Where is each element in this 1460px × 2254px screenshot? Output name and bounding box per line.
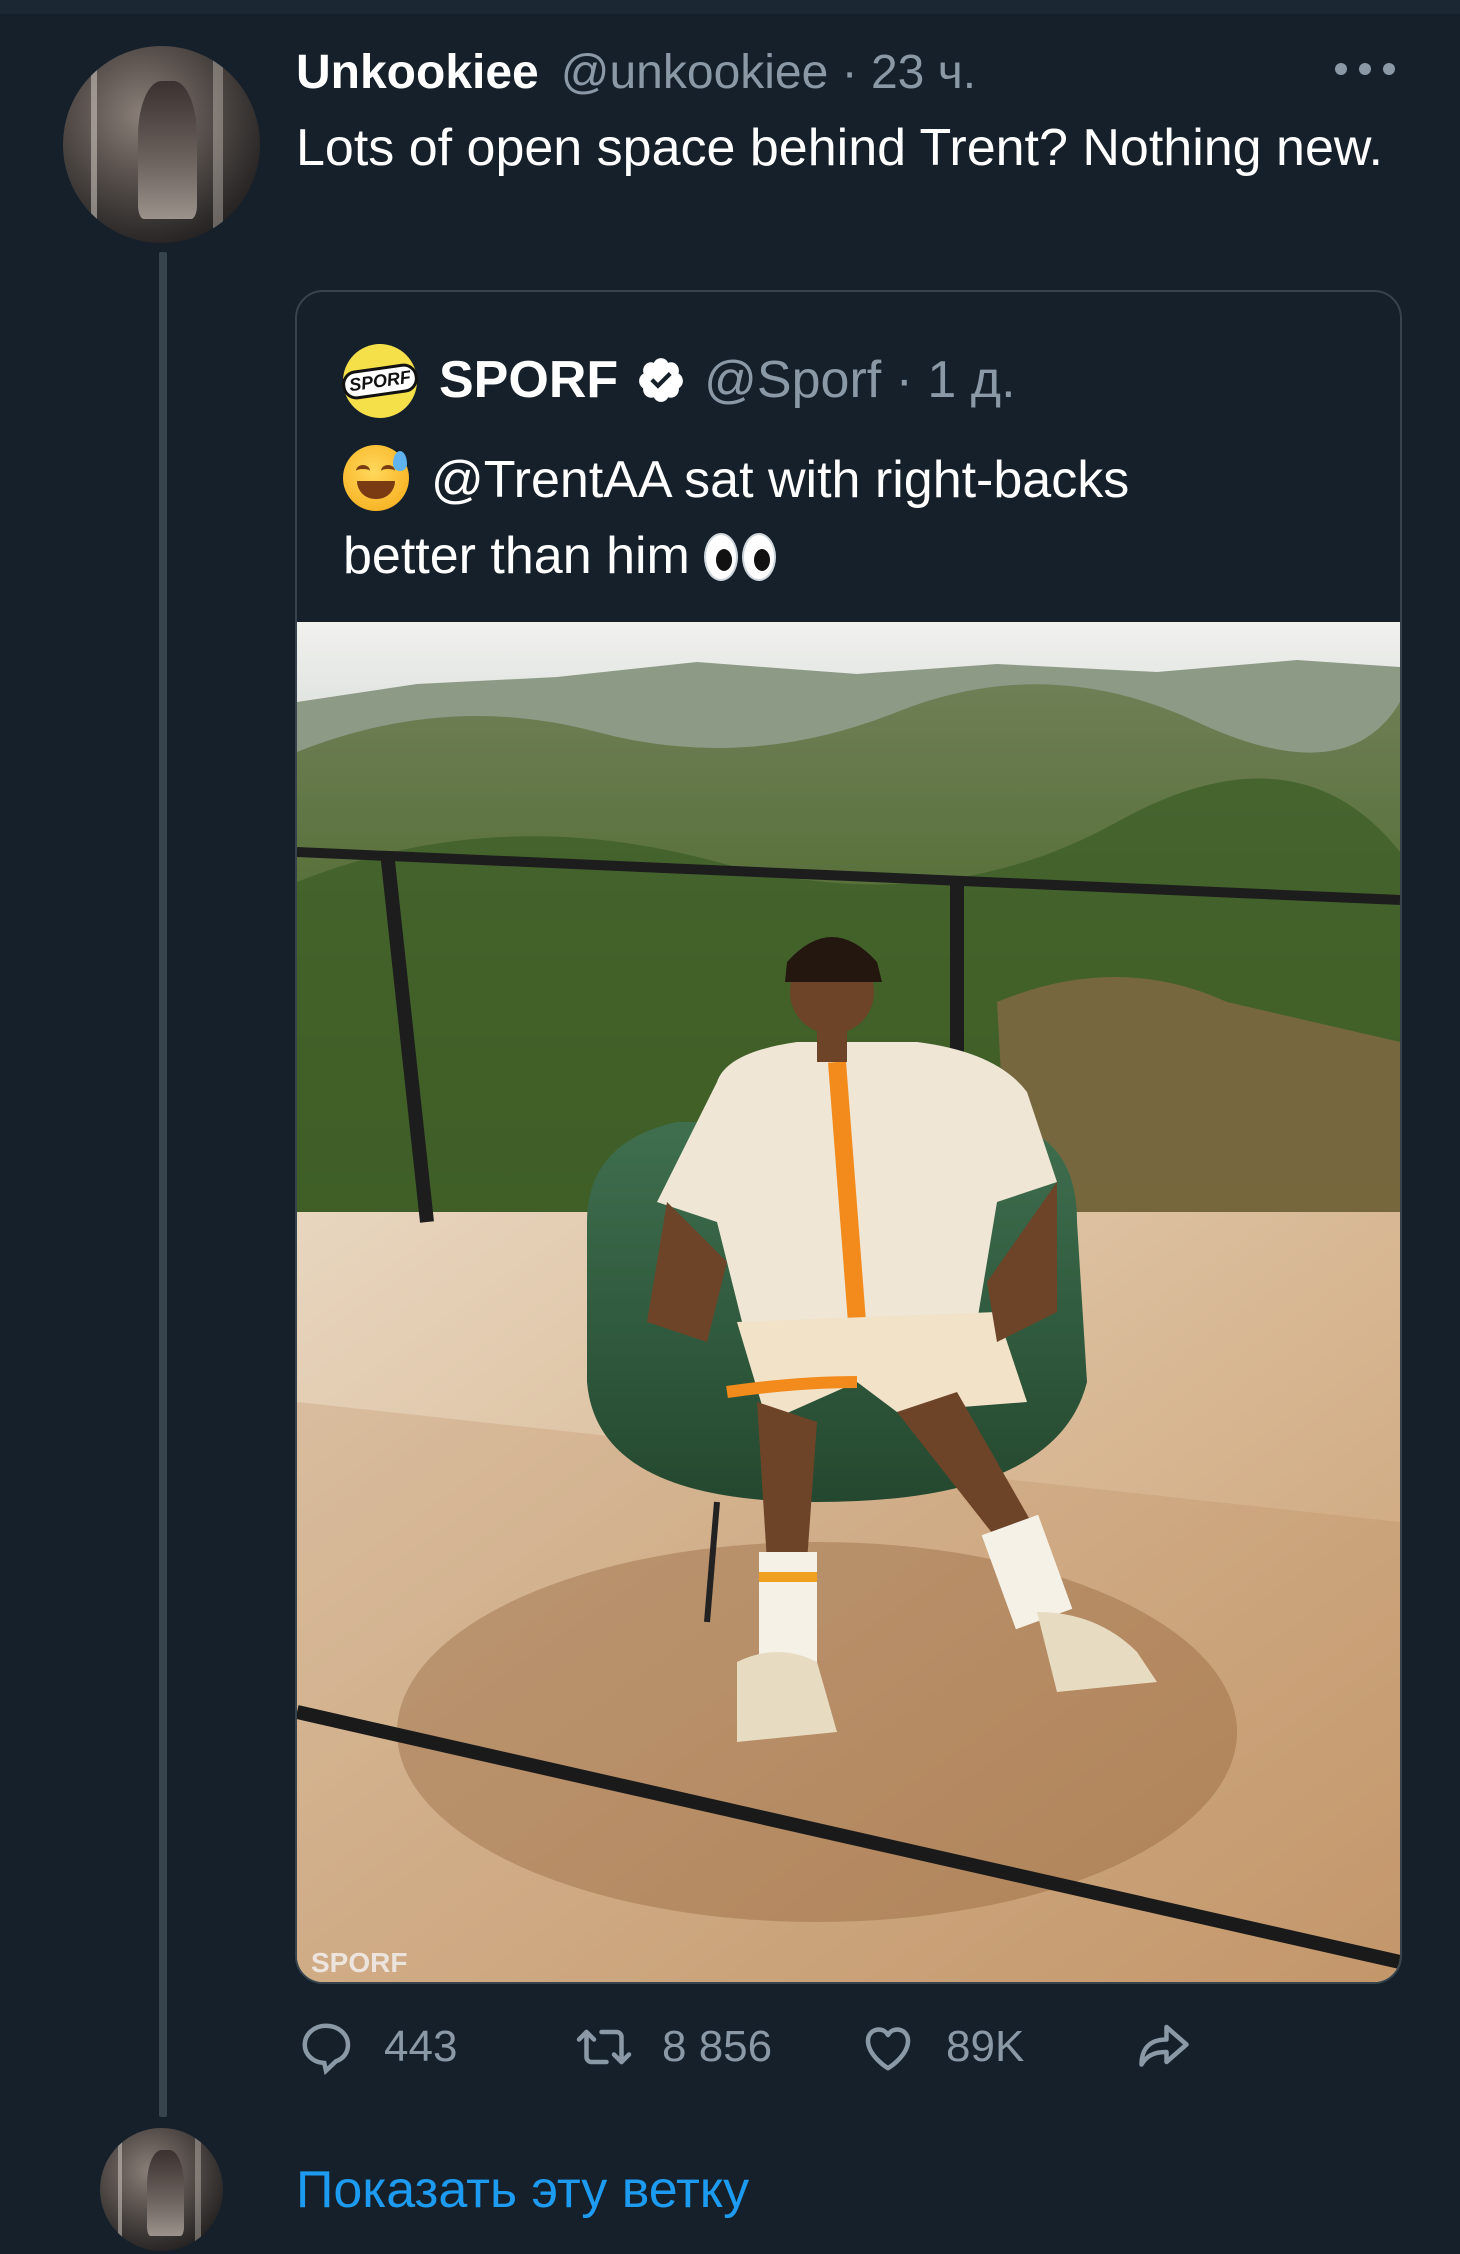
thread-line [159,252,167,2117]
like-count: 89K [946,2022,1025,2071]
quoted-author-name: SPORF [439,351,619,409]
reply-count: 443 [384,2022,458,2071]
retweet-count: 8 856 [662,2022,773,2071]
thread-avatar[interactable] [100,2128,223,2251]
retweet-icon [576,2029,632,2065]
quoted-text-line2: better than him [343,527,690,585]
sporf-avatar: SPORF [340,344,420,418]
quoted-text-line1: @TrentAA sat with right-backs [431,451,1130,509]
quoted-tweet-text: @TrentAA sat with right-backs better tha… [343,442,1363,602]
quoted-tweet-header: SPORF @Sporf · 1 д. [439,340,1016,420]
sweat-smile-emoji [343,445,409,511]
retweet-button[interactable]: 8 856 [574,2012,772,2082]
photo-watermark: SPORF [311,1947,407,1978]
share-button[interactable] [1134,2012,1222,2082]
verified-icon [639,358,684,402]
tweet-header: Unkookiee @unkookiee · 23 ч. [296,38,976,108]
eyes-emoji [703,526,780,602]
author-name[interactable]: Unkookiee [296,38,539,108]
more-icon[interactable] [1335,54,1395,84]
like-button[interactable]: 89K [858,2012,1024,2082]
quoted-author-handle-and-time: @Sporf · 1 д. [704,351,1016,409]
top-border [0,0,1460,14]
sporf-logo-text: SPORF [340,361,420,401]
reply-icon [302,2023,351,2076]
show-thread-link[interactable]: Показать эту ветку [296,2154,749,2226]
share-icon [1139,2024,1189,2067]
quoted-tweet-photo[interactable]: SPORF [297,622,1400,1982]
author-handle-and-time[interactable]: @unkookiee · 23 ч. [561,38,976,108]
action-bar: 443 8 856 89K [296,2012,1416,2082]
author-avatar[interactable] [63,46,260,243]
like-icon [865,2027,911,2071]
quoted-tweet-card[interactable]: SPORF SPORF @Sporf · 1 д. @TrentAA sat w… [295,290,1402,1984]
reply-button[interactable]: 443 [296,2012,457,2082]
tweet-text: Lots of open space behind Trent? Nothing… [296,119,1383,177]
